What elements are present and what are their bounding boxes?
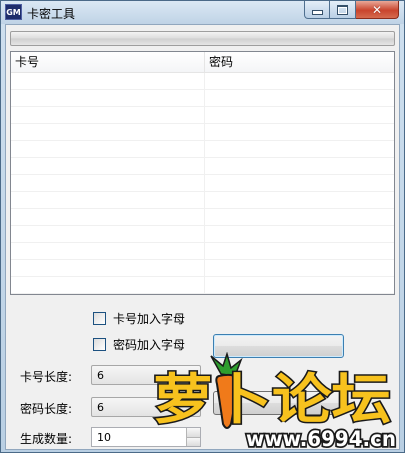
password-cell	[205, 260, 394, 276]
card-number-cell	[11, 90, 205, 106]
window-title: 卡密工具	[27, 7, 76, 21]
password-length-label: 密码长度:	[20, 402, 73, 416]
list-row[interactable]	[11, 209, 394, 226]
password-cell	[205, 277, 394, 293]
password-letters-option[interactable]: 密码加入字母	[93, 336, 185, 352]
list-row[interactable]	[11, 73, 394, 90]
card-number-cell	[11, 124, 205, 140]
list-row[interactable]	[11, 158, 394, 175]
card-number-cell	[11, 243, 205, 259]
count-stepper[interactable]: 10	[91, 427, 201, 447]
minimize-button[interactable]	[304, 1, 330, 19]
close-icon: ✕	[371, 2, 383, 17]
card-number-cell	[11, 107, 205, 123]
list-row[interactable]	[11, 175, 394, 192]
card-list[interactable]: 卡号 密码	[10, 51, 395, 295]
app-window: GM 卡密工具 ✕ 卡号 密码 卡号加入字母 密码加入字母 卡号长度: 6 密码…	[0, 0, 405, 453]
card-number-cell	[11, 192, 205, 208]
password-cell	[205, 124, 394, 140]
password-length-select[interactable]: 6	[91, 397, 201, 417]
card-number-cell	[11, 209, 205, 225]
card-length-select[interactable]: 6	[91, 365, 201, 385]
list-header: 卡号 密码	[11, 52, 394, 73]
password-cell	[205, 175, 394, 191]
stepper-up-button[interactable]	[186, 428, 200, 437]
list-row[interactable]	[11, 260, 394, 277]
password-cell	[205, 107, 394, 123]
password-cell	[205, 73, 394, 89]
password-length-value: 6	[97, 401, 104, 414]
maximize-button[interactable]	[330, 1, 356, 19]
list-row[interactable]	[11, 243, 394, 260]
card-length-value: 6	[97, 369, 104, 382]
list-row[interactable]	[11, 141, 394, 158]
app-icon[interactable]: GM	[5, 4, 22, 20]
card-number-cell	[11, 226, 205, 242]
password-letters-checkbox[interactable]	[93, 337, 106, 351]
client-area: 卡号 密码 卡号加入字母 密码加入字母 卡号长度: 6 密码长度: 6 生成数量…	[5, 24, 400, 450]
password-cell	[205, 192, 394, 208]
stepper-down-button[interactable]	[186, 436, 200, 446]
column-header-password[interactable]: 密码	[205, 52, 394, 72]
card-number-cell	[11, 158, 205, 174]
card-letters-checkbox[interactable]	[93, 311, 106, 325]
list-body	[11, 73, 394, 294]
generate-button[interactable]	[213, 334, 344, 358]
password-cell	[205, 243, 394, 259]
minimize-icon	[311, 10, 323, 15]
card-number-cell	[11, 277, 205, 293]
password-cell	[205, 158, 394, 174]
count-label: 生成数量:	[20, 432, 73, 446]
card-number-cell	[11, 175, 205, 191]
card-number-cell	[11, 141, 205, 157]
password-cell	[205, 209, 394, 225]
list-row[interactable]	[11, 226, 394, 243]
column-header-card-number[interactable]: 卡号	[11, 52, 205, 72]
list-row[interactable]	[11, 192, 394, 209]
list-row[interactable]	[11, 107, 394, 124]
list-row[interactable]	[11, 124, 394, 141]
password-cell	[205, 90, 394, 106]
count-value: 10	[97, 431, 111, 444]
title-bar[interactable]: GM 卡密工具 ✕	[1, 1, 404, 24]
list-row[interactable]	[11, 90, 394, 107]
close-button[interactable]: ✕	[356, 1, 399, 19]
card-letters-option[interactable]: 卡号加入字母	[93, 310, 185, 326]
card-length-label: 卡号长度:	[20, 370, 73, 384]
progress-bar	[10, 31, 395, 46]
window-controls: ✕	[304, 1, 399, 19]
card-number-cell	[11, 260, 205, 276]
card-number-cell	[11, 73, 205, 89]
list-row[interactable]	[11, 277, 394, 294]
count-stepper-buttons	[186, 428, 200, 446]
save-button[interactable]	[213, 391, 344, 415]
card-letters-label[interactable]: 卡号加入字母	[113, 310, 185, 327]
password-letters-label[interactable]: 密码加入字母	[113, 336, 185, 353]
maximize-icon	[337, 4, 348, 15]
password-cell	[205, 141, 394, 157]
password-cell	[205, 226, 394, 242]
